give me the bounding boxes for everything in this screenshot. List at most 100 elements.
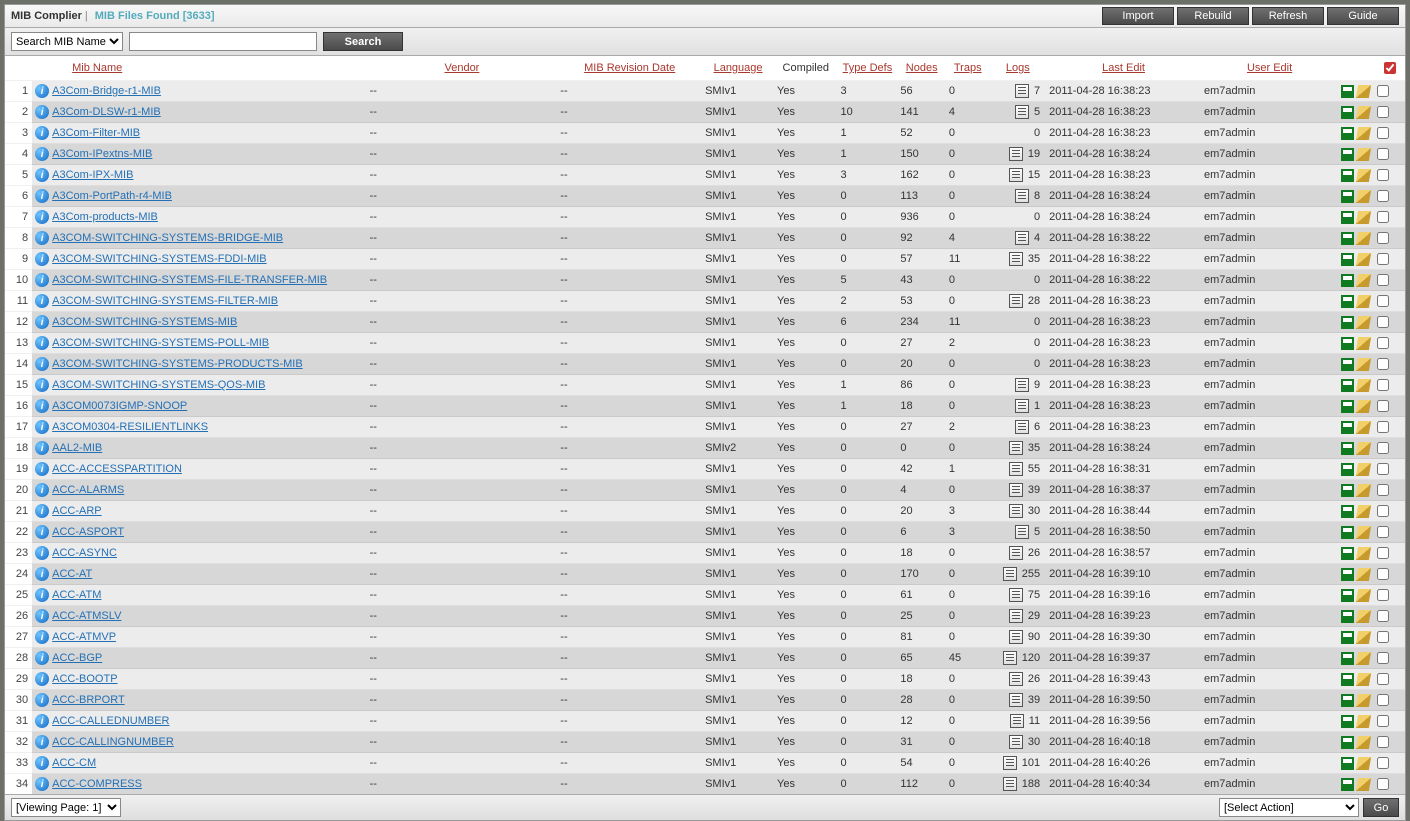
- col-typedefs[interactable]: Type Defs: [843, 62, 893, 74]
- save-icon[interactable]: [1341, 568, 1354, 581]
- mib-name-link[interactable]: A3COM-SWITCHING-SYSTEMS-MIB: [52, 316, 237, 328]
- log-icon[interactable]: [1009, 168, 1023, 182]
- log-icon[interactable]: [1003, 567, 1017, 581]
- save-icon[interactable]: [1341, 169, 1354, 182]
- mib-name-link[interactable]: ACC-ATM: [52, 589, 101, 601]
- info-icon[interactable]: i: [35, 84, 49, 98]
- col-language[interactable]: Language: [714, 62, 763, 74]
- log-icon[interactable]: [1015, 84, 1029, 98]
- col-nodes[interactable]: Nodes: [906, 62, 938, 74]
- info-icon[interactable]: i: [35, 420, 49, 434]
- edit-icon[interactable]: [1356, 463, 1371, 476]
- info-icon[interactable]: i: [35, 378, 49, 392]
- log-icon[interactable]: [1009, 441, 1023, 455]
- row-checkbox[interactable]: [1377, 673, 1389, 685]
- edit-icon[interactable]: [1356, 631, 1371, 644]
- log-icon[interactable]: [1009, 147, 1023, 161]
- mib-name-link[interactable]: ACC-CM: [52, 757, 96, 769]
- save-icon[interactable]: [1341, 442, 1354, 455]
- log-icon[interactable]: [1009, 546, 1023, 560]
- save-icon[interactable]: [1341, 190, 1354, 203]
- edit-icon[interactable]: [1356, 211, 1371, 224]
- row-checkbox[interactable]: [1377, 589, 1389, 601]
- log-icon[interactable]: [1009, 609, 1023, 623]
- search-input[interactable]: [129, 32, 317, 51]
- col-traps[interactable]: Traps: [954, 62, 982, 74]
- save-icon[interactable]: [1341, 610, 1354, 623]
- info-icon[interactable]: i: [35, 777, 49, 791]
- row-checkbox[interactable]: [1377, 442, 1389, 454]
- row-checkbox[interactable]: [1377, 631, 1389, 643]
- save-icon[interactable]: [1341, 232, 1354, 245]
- row-checkbox[interactable]: [1377, 169, 1389, 181]
- mib-name-link[interactable]: AAL2-MIB: [52, 442, 102, 454]
- mib-name-link[interactable]: ACC-ATMVP: [52, 631, 116, 643]
- row-checkbox[interactable]: [1377, 757, 1389, 769]
- row-checkbox[interactable]: [1377, 253, 1389, 265]
- info-icon[interactable]: i: [35, 504, 49, 518]
- info-icon[interactable]: i: [35, 273, 49, 287]
- col-mibname[interactable]: Mib Name: [72, 62, 122, 74]
- edit-icon[interactable]: [1356, 778, 1371, 791]
- row-checkbox[interactable]: [1377, 484, 1389, 496]
- edit-icon[interactable]: [1356, 400, 1371, 413]
- save-icon[interactable]: [1341, 526, 1354, 539]
- save-icon[interactable]: [1341, 463, 1354, 476]
- row-checkbox[interactable]: [1377, 358, 1389, 370]
- col-logs[interactable]: Logs: [1006, 62, 1030, 74]
- col-vendor[interactable]: Vendor: [444, 62, 479, 74]
- log-icon[interactable]: [1015, 105, 1029, 119]
- info-icon[interactable]: i: [35, 756, 49, 770]
- save-icon[interactable]: [1341, 358, 1354, 371]
- info-icon[interactable]: i: [35, 693, 49, 707]
- mib-name-link[interactable]: A3Com-products-MIB: [52, 211, 158, 223]
- save-icon[interactable]: [1341, 316, 1354, 329]
- log-icon[interactable]: [1009, 672, 1023, 686]
- mib-name-link[interactable]: ACC-BGP: [52, 652, 102, 664]
- save-icon[interactable]: [1341, 673, 1354, 686]
- row-checkbox[interactable]: [1377, 379, 1389, 391]
- info-icon[interactable]: i: [35, 336, 49, 350]
- row-checkbox[interactable]: [1377, 274, 1389, 286]
- save-icon[interactable]: [1341, 127, 1354, 140]
- log-icon[interactable]: [1015, 420, 1029, 434]
- log-icon[interactable]: [1009, 252, 1023, 266]
- row-checkbox[interactable]: [1377, 736, 1389, 748]
- mib-name-link[interactable]: ACC-ATMSLV: [52, 610, 121, 622]
- save-icon[interactable]: [1341, 547, 1354, 560]
- info-icon[interactable]: i: [35, 252, 49, 266]
- edit-icon[interactable]: [1356, 610, 1371, 623]
- edit-icon[interactable]: [1356, 379, 1371, 392]
- edit-icon[interactable]: [1356, 190, 1371, 203]
- info-icon[interactable]: i: [35, 525, 49, 539]
- save-icon[interactable]: [1341, 253, 1354, 266]
- log-icon[interactable]: [1009, 504, 1023, 518]
- col-revdate[interactable]: MIB Revision Date: [584, 62, 675, 74]
- log-icon[interactable]: [1015, 399, 1029, 413]
- log-icon[interactable]: [1015, 525, 1029, 539]
- save-icon[interactable]: [1341, 631, 1354, 644]
- log-icon[interactable]: [1009, 630, 1023, 644]
- info-icon[interactable]: i: [35, 672, 49, 686]
- mib-name-link[interactable]: A3COM0304-RESILIENTLINKS: [52, 421, 208, 433]
- info-icon[interactable]: i: [35, 546, 49, 560]
- log-icon[interactable]: [1015, 189, 1029, 203]
- row-checkbox[interactable]: [1377, 190, 1389, 202]
- edit-icon[interactable]: [1356, 253, 1371, 266]
- edit-icon[interactable]: [1356, 757, 1371, 770]
- go-button[interactable]: Go: [1363, 798, 1399, 817]
- row-checkbox[interactable]: [1377, 694, 1389, 706]
- log-icon[interactable]: [1015, 378, 1029, 392]
- col-useredit[interactable]: User Edit: [1247, 62, 1292, 74]
- mib-name-link[interactable]: A3COM-SWITCHING-SYSTEMS-PRODUCTS-MIB: [52, 358, 303, 370]
- page-select[interactable]: [Viewing Page: 1]: [11, 798, 121, 817]
- save-icon[interactable]: [1341, 106, 1354, 119]
- edit-icon[interactable]: [1356, 85, 1371, 98]
- row-checkbox[interactable]: [1377, 337, 1389, 349]
- edit-icon[interactable]: [1356, 274, 1371, 287]
- save-icon[interactable]: [1341, 484, 1354, 497]
- save-icon[interactable]: [1341, 337, 1354, 350]
- mib-name-link[interactable]: ACC-CALLEDNUMBER: [52, 715, 169, 727]
- edit-icon[interactable]: [1356, 673, 1371, 686]
- save-icon[interactable]: [1341, 736, 1354, 749]
